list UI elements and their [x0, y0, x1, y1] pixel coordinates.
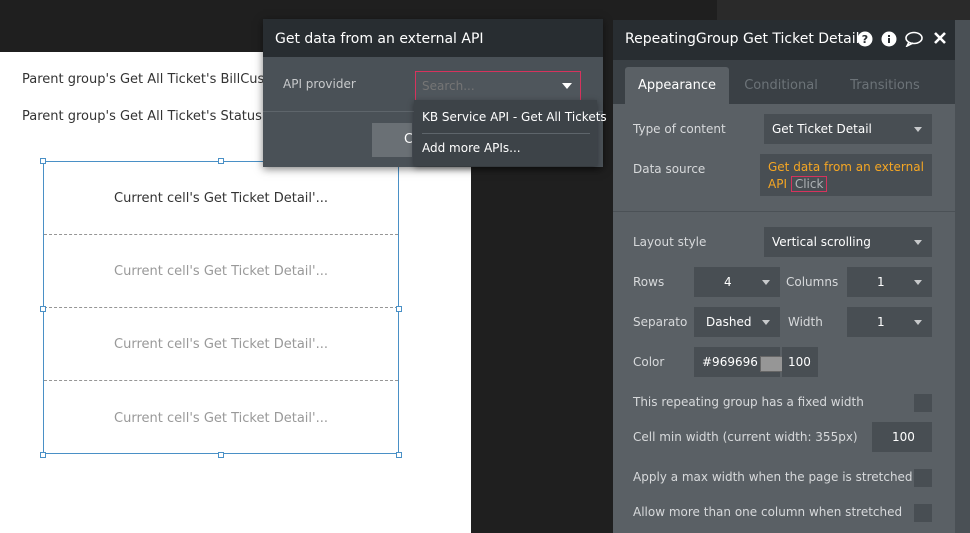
max-width-checkbox[interactable]: [914, 469, 932, 487]
text-bill-customer[interactable]: Parent group's Get All Ticket's BillCust…: [22, 72, 277, 87]
panel-tabs: Appearance Conditional Transitions: [613, 60, 955, 104]
max-width-label: Apply a max width when the page is stret…: [633, 470, 913, 484]
tab-appearance[interactable]: Appearance: [625, 67, 729, 104]
api-provider-dropdown: KB Service API - Get All Tickets Add mor…: [414, 100, 607, 166]
rg-cell-4: Current cell's Get Ticket Detail'...: [114, 411, 328, 426]
resize-handle-right[interactable]: [396, 306, 402, 312]
resize-handle-top[interactable]: [218, 158, 224, 164]
help-icon[interactable]: ?: [856, 31, 874, 49]
resize-handle-bottom[interactable]: [218, 452, 224, 458]
resize-handle-bottom-right[interactable]: [396, 452, 402, 458]
dropdown-option-kb-service[interactable]: KB Service API - Get All Tickets: [422, 110, 607, 124]
data-source-click[interactable]: Click: [790, 176, 828, 192]
rows-label: Rows: [633, 275, 665, 289]
resize-handle-top-left[interactable]: [40, 158, 46, 164]
width-label: Width: [788, 315, 823, 329]
columns-label: Columns: [786, 275, 839, 289]
more-columns-checkbox[interactable]: [914, 504, 932, 522]
color-opacity-field[interactable]: 100: [782, 347, 818, 377]
close-icon[interactable]: [931, 31, 949, 49]
color-label: Color: [633, 355, 665, 369]
rg-cell-2: Current cell's Get Ticket Detail'...: [44, 235, 398, 308]
text-status[interactable]: Parent group's Get All Ticket's Status: [22, 109, 262, 124]
api-popup-title: Get data from an external API: [263, 19, 603, 57]
comment-icon[interactable]: [905, 31, 923, 49]
dropdown-divider: [422, 133, 590, 134]
fixed-width-checkbox[interactable]: [914, 394, 932, 412]
dropdown-option-add-apis[interactable]: Add more APIs...: [422, 141, 521, 155]
fixed-width-label: This repeating group has a fixed width: [633, 395, 864, 409]
api-provider-search-input[interactable]: [416, 72, 554, 100]
type-of-content-label: Type of content: [633, 122, 726, 136]
api-provider-label: API provider: [283, 77, 356, 91]
separator-width-select[interactable]: 1: [847, 307, 932, 337]
separator-label: Separato: [633, 315, 688, 329]
resize-handle-bottom-left[interactable]: [40, 452, 46, 458]
rg-cell-1[interactable]: Current cell's Get Ticket Detail'...: [44, 162, 398, 235]
tab-transitions[interactable]: Transitions: [835, 67, 935, 104]
layout-style-label: Layout style: [633, 235, 707, 249]
resize-handle-left[interactable]: [40, 306, 46, 312]
api-provider-search[interactable]: [415, 71, 581, 101]
cell-min-width-field[interactable]: 100: [872, 422, 932, 452]
property-editor-panel: RepeatingGroup Get Ticket Detail ? Appea…: [613, 20, 955, 533]
cell-min-width-label: Cell min width (current width: 355px): [633, 430, 858, 444]
more-columns-label: Allow more than one column when stretche…: [633, 505, 903, 519]
info-icon[interactable]: [880, 31, 898, 49]
separator-select[interactable]: Dashed: [694, 307, 780, 337]
panel-title: RepeatingGroup Get Ticket Detail: [625, 31, 860, 47]
api-popup-button[interactable]: C: [372, 123, 412, 157]
rows-select[interactable]: 4: [694, 267, 780, 297]
rg-cell-3: Current cell's Get Ticket Detail'...: [44, 308, 398, 381]
columns-select[interactable]: 1: [847, 267, 932, 297]
panel-header: RepeatingGroup Get Ticket Detail ?: [613, 20, 955, 60]
panel-scrollbar[interactable]: [955, 20, 970, 533]
data-source-label: Data source: [633, 162, 706, 176]
repeating-group[interactable]: Current cell's Get Ticket Detail'... Cur…: [43, 161, 399, 454]
svg-text:?: ?: [862, 33, 868, 46]
type-of-content-select[interactable]: Get Ticket Detail: [764, 114, 932, 144]
chevron-down-icon[interactable]: [562, 83, 572, 89]
layout-style-select[interactable]: Vertical scrolling: [764, 227, 932, 257]
data-source-field[interactable]: Get data from an external API Click: [760, 154, 932, 196]
tab-conditional[interactable]: Conditional: [733, 67, 829, 104]
section-divider: [613, 211, 955, 212]
